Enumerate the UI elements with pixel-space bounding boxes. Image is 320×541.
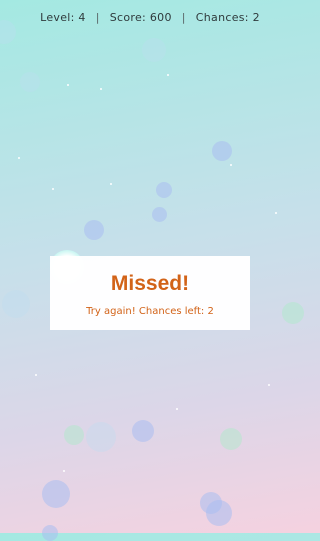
bubble	[212, 141, 232, 161]
hud-separator: |	[181, 10, 186, 24]
sparkle	[268, 384, 270, 386]
sparkle	[67, 84, 69, 86]
hud-separator: |	[95, 10, 100, 24]
bubble	[206, 500, 232, 526]
level-label: Level: 4	[40, 10, 86, 24]
sparkle	[167, 74, 169, 76]
bubble	[86, 422, 116, 452]
bubble	[220, 428, 242, 450]
bubble	[42, 525, 58, 541]
bubble	[152, 207, 167, 222]
sparkle	[230, 164, 232, 166]
sparkle	[110, 183, 112, 185]
bubble	[84, 220, 104, 240]
missed-dialog: Missed! Try again! Chances left: 2	[50, 256, 250, 330]
sparkle	[100, 88, 102, 90]
dialog-message: Try again! Chances left: 2	[86, 306, 214, 317]
bubble	[282, 302, 304, 324]
bubble	[142, 38, 166, 62]
sparkle	[275, 212, 277, 214]
sparkle	[18, 157, 20, 159]
sparkle	[176, 408, 178, 410]
hud-bar: Level: 4 | Score: 600 | Chances: 2	[0, 6, 300, 28]
sparkle	[35, 374, 37, 376]
bubble	[64, 425, 84, 445]
score-label: Score: 600	[109, 10, 172, 24]
dialog-title: Missed!	[110, 272, 190, 295]
sparkle	[63, 470, 65, 472]
bubble	[42, 480, 70, 508]
chances-label: Chances: 2	[195, 10, 260, 24]
sparkle	[52, 188, 54, 190]
bubble	[132, 420, 154, 442]
bubble	[20, 72, 40, 92]
bubble	[2, 290, 30, 318]
bubble	[156, 182, 172, 198]
